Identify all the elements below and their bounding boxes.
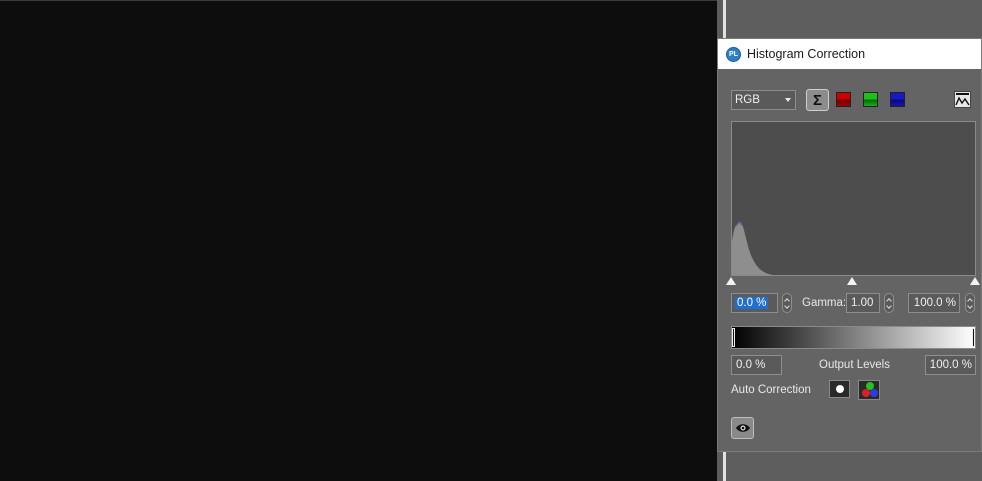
gamma-stepper[interactable] (884, 293, 894, 313)
input-black-value: 0.0 % (735, 297, 769, 309)
gamma-value: 1.00 (851, 297, 874, 309)
blue-channel-icon[interactable] (890, 92, 905, 107)
output-levels-label: Output Levels (819, 359, 890, 371)
workspace-bottom (726, 452, 982, 481)
histogram-display (731, 121, 976, 276)
workspace-top (726, 0, 982, 38)
output-black-value: 0.0 % (736, 359, 766, 371)
channel-select-value: RGB (735, 94, 760, 106)
output-white-field[interactable]: 100.0 % (925, 355, 976, 375)
chevron-down-icon (785, 98, 791, 102)
input-levels-track (731, 275, 976, 276)
output-black-handle[interactable] (732, 328, 735, 347)
image-canvas[interactable] (0, 0, 717, 481)
green-channel-icon[interactable] (863, 92, 878, 107)
input-white-value: 100.0 % (913, 297, 956, 309)
app-logo-icon: PL (726, 46, 741, 62)
eye-icon[interactable] (731, 417, 754, 439)
panel-titlebar[interactable]: PL Histogram Correction (718, 39, 981, 69)
output-levels-gradient (731, 326, 976, 349)
white-point-slider[interactable] (970, 277, 980, 285)
input-white-field[interactable]: 100.0 % (908, 293, 960, 313)
output-white-value: 100.0 % (929, 359, 972, 371)
input-black-field[interactable]: 0.0 % (731, 293, 778, 313)
red-channel-icon[interactable] (836, 92, 851, 107)
gamma-field[interactable]: 1.00 (846, 293, 880, 313)
sigma-icon[interactable]: Σ (806, 89, 829, 111)
histogram-correction-panel: PL Histogram Correction RGB Σ 0.0 % Gamm… (717, 38, 982, 452)
histogram-curve-icon[interactable] (954, 91, 971, 108)
output-black-field[interactable]: 0.0 % (731, 355, 782, 375)
input-white-stepper[interactable] (965, 293, 975, 313)
channel-select[interactable]: RGB (731, 90, 796, 110)
auto-mono-icon[interactable] (829, 380, 850, 398)
gamma-label: Gamma: (802, 297, 847, 309)
auto-rgb-icon[interactable] (858, 380, 880, 400)
black-point-slider[interactable] (726, 277, 736, 285)
output-white-handle[interactable] (972, 328, 975, 347)
auto-correction-label: Auto Correction (731, 384, 811, 396)
panel-title: Histogram Correction (747, 47, 866, 61)
gamma-slider[interactable] (847, 277, 857, 285)
input-black-stepper[interactable] (782, 293, 792, 313)
